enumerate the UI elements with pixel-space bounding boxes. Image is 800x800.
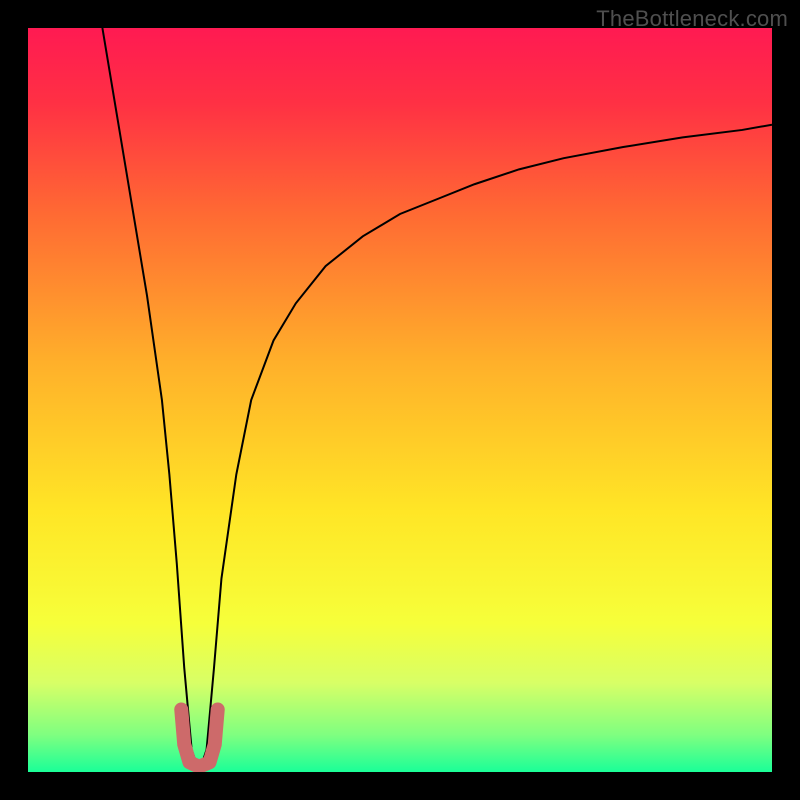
curve-layer	[28, 28, 772, 772]
plot-area	[28, 28, 772, 772]
watermark-text: TheBottleneck.com	[596, 6, 788, 32]
bottleneck-curve	[102, 28, 772, 772]
minimum-marker	[181, 710, 217, 767]
chart-frame: TheBottleneck.com	[0, 0, 800, 800]
